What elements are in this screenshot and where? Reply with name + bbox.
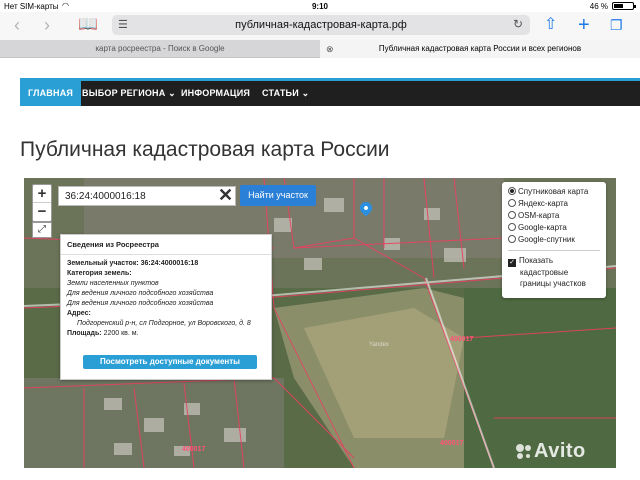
nav-home[interactable]: ГЛАВНАЯ	[20, 81, 82, 106]
browser-toolbar: ‹ › 📖 ☰ публичная-кадастровая-карта.рф ↻…	[0, 12, 640, 40]
layer-label: Google-спутник	[518, 235, 575, 244]
forward-icon[interactable]: ›	[44, 14, 50, 36]
zoom-out-button[interactable]: −	[33, 203, 51, 221]
parcel-label: 400017	[440, 440, 464, 447]
parcel-number-value: 36:24:4000016:18	[140, 260, 199, 267]
back-icon[interactable]: ‹	[14, 14, 20, 36]
layer-osm[interactable]: OSM-карта	[508, 210, 600, 222]
area-value: 2200 кв. м.	[103, 330, 139, 337]
avito-logo-icon	[516, 444, 531, 459]
reload-icon[interactable]: ↻	[513, 17, 523, 31]
checkbox-checked-icon: ✓	[508, 259, 516, 267]
show-boundaries-checkbox[interactable]: ✓ Показать	[508, 255, 600, 267]
show-boundaries-label: Показать	[519, 256, 554, 265]
parcel-number-row: Земельный участок: 36:24:4000016:18	[61, 259, 271, 269]
new-tab-icon[interactable]: +	[578, 14, 590, 36]
parcel-number-label: Земельный участок:	[67, 260, 139, 267]
layer-satellite[interactable]: Спутниковая карта	[508, 186, 600, 198]
show-boundaries-label-2: кадастровые	[520, 268, 569, 277]
layer-google-satellite[interactable]: Google-спутник	[508, 234, 600, 246]
nav-region[interactable]: ВЫБОР РЕГИОНА ⌄	[74, 81, 184, 106]
cadastral-map[interactable]: + − ⤢ 36:24:4000016:18 ✕ Найти участок С…	[24, 178, 616, 468]
share-icon[interactable]: ⇧	[544, 14, 557, 36]
map-watermark: Yandex	[369, 342, 389, 348]
parcel-label: 400017	[182, 446, 206, 453]
url-text: публичная-кадастровая-карта.рф	[235, 19, 407, 31]
tab-label: карта росреестра - Поиск в Google	[95, 44, 225, 53]
radio	[508, 199, 516, 207]
layer-switcher: Спутниковая карта Яндекс-карта OSM-карта…	[502, 182, 606, 298]
battery-icon	[612, 2, 636, 10]
cadastral-number-input[interactable]: 36:24:4000016:18	[58, 186, 236, 206]
layer-label: OSM-карта	[518, 211, 560, 220]
bookmarks-icon[interactable]: 📖	[78, 14, 98, 36]
battery-percent: 46 %	[589, 2, 608, 11]
tabs-icon[interactable]: ❐	[610, 14, 623, 36]
fullscreen-icon[interactable]: ⤢	[32, 222, 52, 238]
layer-label: Яндекс-карта	[518, 199, 568, 208]
category-label: Категория земель:	[67, 270, 132, 277]
zoom-control: + −	[32, 184, 52, 222]
address-label: Адрес:	[67, 310, 91, 317]
find-parcel-button[interactable]: Найти участок	[240, 185, 316, 206]
address-bar[interactable]: ☰ публичная-кадастровая-карта.рф ↻	[112, 15, 530, 35]
nav-articles[interactable]: СТАТЬИ ⌄	[254, 81, 317, 106]
address-value: Подгоренский р-н, сл Подгорное, ул Воров…	[77, 320, 251, 327]
popup-title: Сведения из Росреестра	[61, 235, 271, 255]
close-tab-icon[interactable]: ⊗	[326, 40, 334, 58]
status-bar: Нет SIM-карты ◠ 9:10 46 %	[0, 0, 640, 12]
layer-yandex[interactable]: Яндекс-карта	[508, 198, 600, 210]
radio	[508, 235, 516, 243]
tab-cadastral-map[interactable]: ⊗ Публичная кадастровая карта России и в…	[320, 40, 640, 58]
tab-label: Публичная кадастровая карта России и все…	[378, 44, 582, 53]
clock: 9:10	[311, 2, 328, 11]
show-boundaries-label-3: границы участков	[520, 279, 586, 288]
clear-icon[interactable]: ✕	[218, 185, 233, 205]
view-documents-button[interactable]: Посмотреть доступные документы	[83, 355, 257, 369]
radio-selected	[508, 187, 516, 195]
area-label: Площадь:	[67, 330, 102, 337]
category-value: Земли населенных пунктов	[67, 280, 159, 287]
site-navigation: ГЛАВНАЯ ВЫБОР РЕГИОНА ⌄ ИНФОРМАЦИЯ СТАТЬ…	[20, 78, 640, 106]
avito-watermark: Avito	[534, 440, 586, 462]
area-row: Площадь: 2200 кв. м.	[61, 329, 271, 339]
tab-bar: карта росреестра - Поиск в Google ⊗ Публ…	[0, 40, 640, 58]
nav-info[interactable]: ИНФОРМАЦИЯ	[173, 81, 258, 106]
layer-label: Спутниковая карта	[518, 187, 589, 196]
layer-label: Google-карта	[518, 223, 567, 232]
parcel-info-popup: Сведения из Росреестра Земельный участок…	[60, 234, 272, 380]
page-title: Публичная кадастровая карта России	[20, 138, 390, 161]
radio	[508, 223, 516, 231]
layer-google[interactable]: Google-карта	[508, 222, 600, 234]
divider	[508, 250, 600, 251]
tab-google-search[interactable]: карта росреестра - Поиск в Google	[0, 40, 320, 58]
land-use-2: Для ведения личного подсобного хозяйства	[67, 300, 214, 307]
land-use-1: Для ведения личного подсобного хозяйства	[67, 290, 214, 297]
parcel-label: 400017	[450, 336, 474, 343]
radio	[508, 211, 516, 219]
zoom-in-button[interactable]: +	[33, 185, 51, 203]
